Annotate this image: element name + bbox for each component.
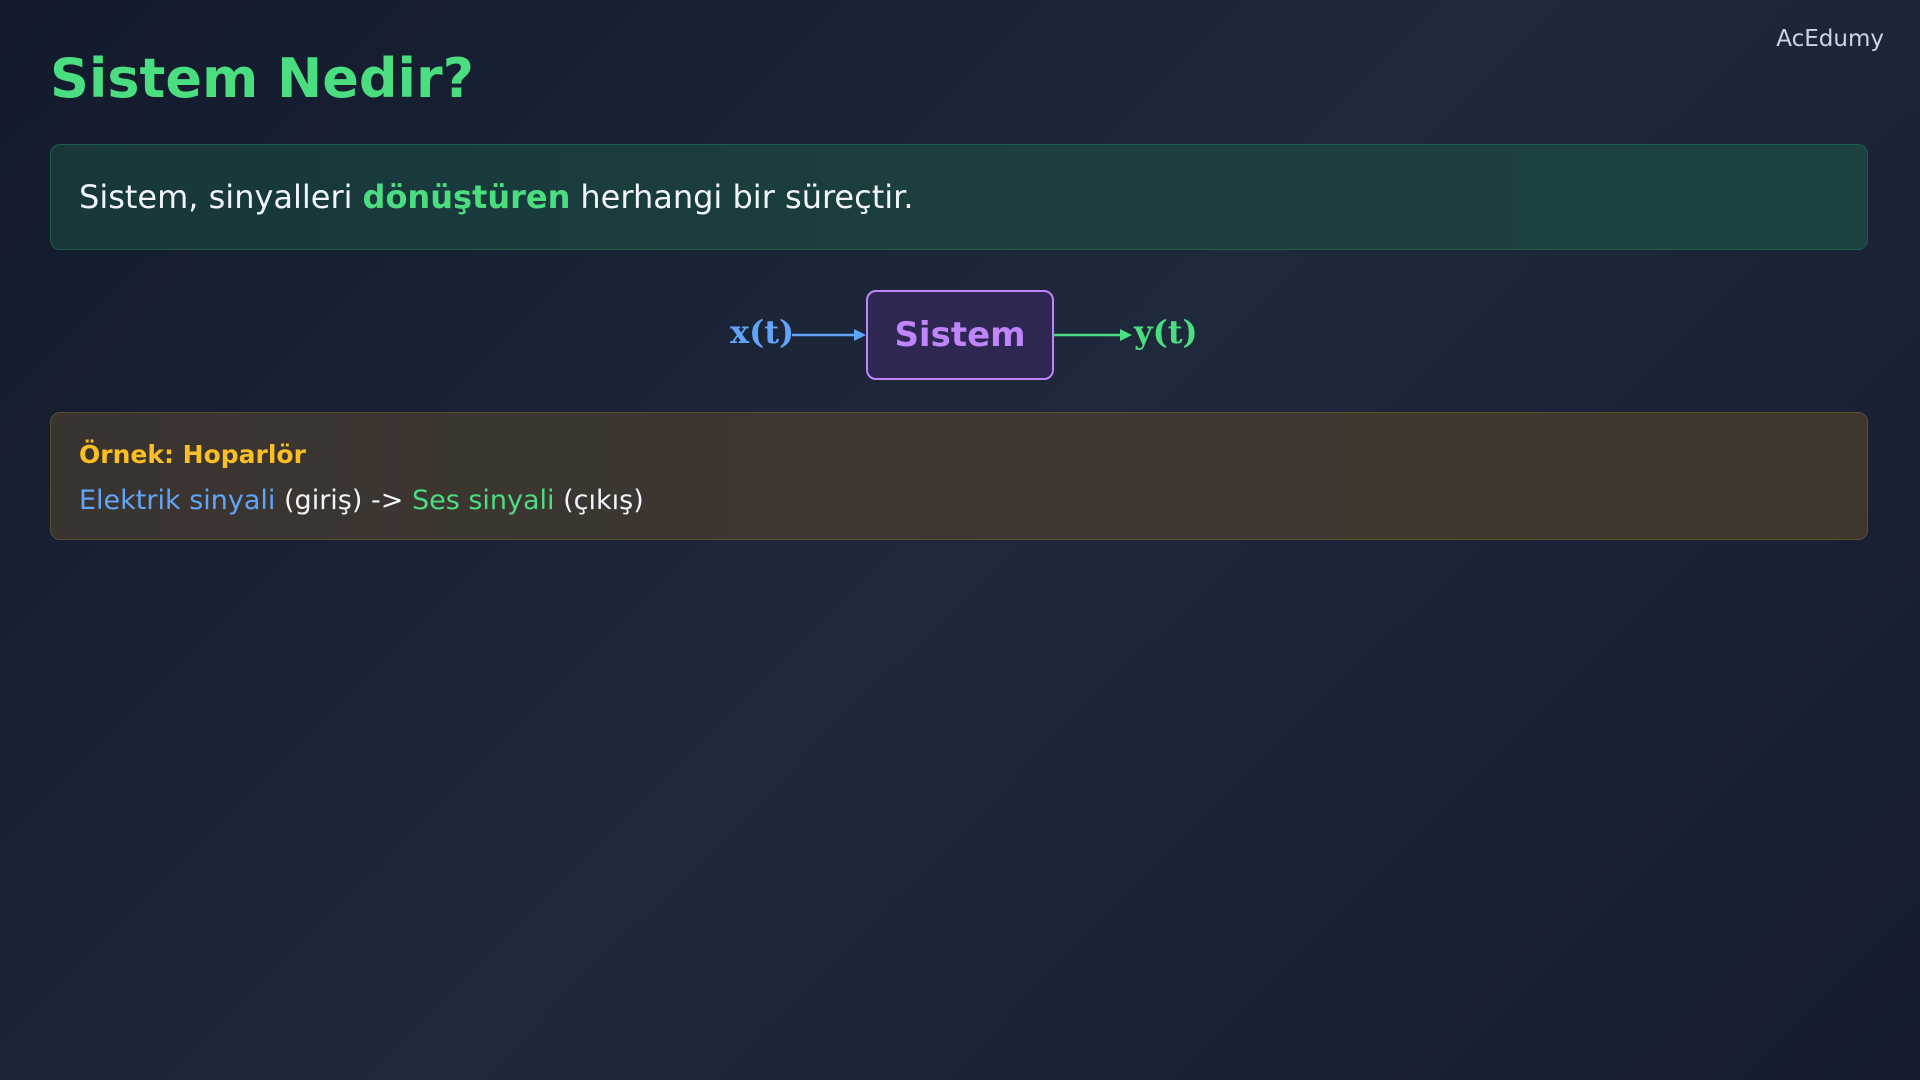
example-input-text: Elektrik sinyali <box>79 485 276 516</box>
output-arrow-head <box>1120 329 1132 341</box>
definition-text-after: herhangi bir süreçtir. <box>580 178 914 216</box>
definition-highlight: dönüştüren <box>362 178 571 216</box>
system-block: Sistem <box>866 290 1054 380</box>
system-diagram: x(t) Sistem y(t) <box>720 288 1200 384</box>
system-block-label: Sistem <box>894 315 1026 355</box>
definition-text-before: Sistem, sinyalleri <box>79 178 353 216</box>
brand-label: AcEdumy <box>1776 26 1884 52</box>
example-title: Örnek: Hoparlör <box>79 440 306 469</box>
input-signal-label: x(t) <box>730 313 795 351</box>
page-title: Sistem Nedir? <box>50 47 474 110</box>
input-arrow-head <box>854 329 866 341</box>
example-line: Elektrik sinyali (giriş) -> Ses sinyali … <box>79 483 1839 519</box>
definition-box: Sistem, sinyalleri dönüştüren herhangi b… <box>50 144 1868 250</box>
example-output-suffix: (çıkış) <box>554 485 644 516</box>
output-signal-label: y(t) <box>1134 313 1198 351</box>
example-input-suffix: (giriş) -> <box>275 485 412 516</box>
example-output-text: Ses sinyali <box>411 485 555 516</box>
example-box: Örnek: Hoparlör Elektrik sinyali (giriş)… <box>50 412 1868 540</box>
